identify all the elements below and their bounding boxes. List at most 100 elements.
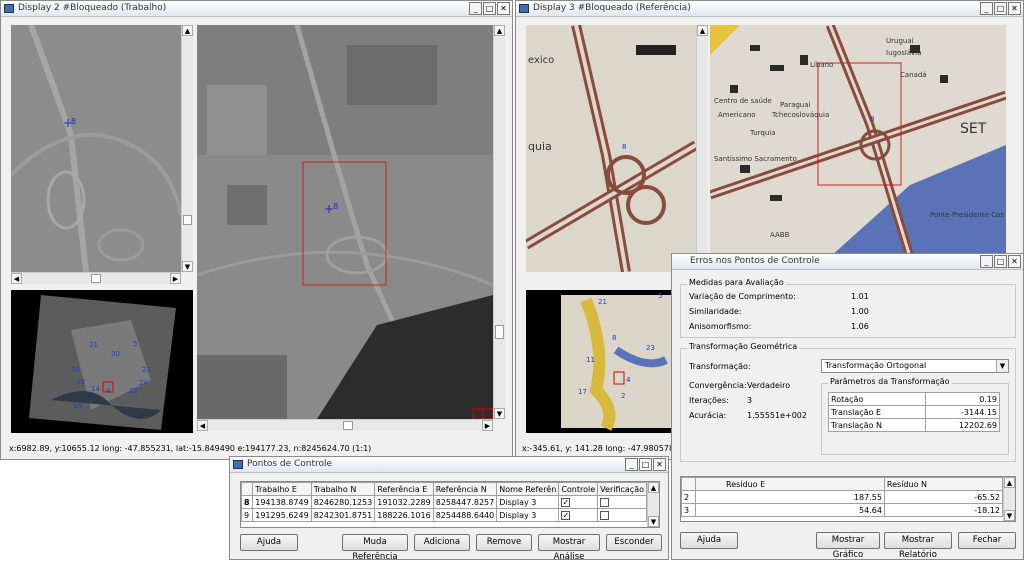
column-header[interactable]: Trabalho E bbox=[252, 482, 312, 496]
display3-main-view[interactable]: Uruguai Iugoslávia Canadá Líbano Centro … bbox=[710, 25, 1006, 257]
column-header[interactable]: Referência E bbox=[374, 482, 434, 496]
column-header[interactable]: Resíduo N bbox=[883, 477, 1004, 491]
close-button[interactable]: ✕ bbox=[1008, 255, 1021, 268]
minimize-button[interactable]: _ bbox=[980, 255, 993, 268]
cell[interactable]: 8242301.8751 bbox=[310, 508, 376, 522]
verificacao-checkbox[interactable] bbox=[600, 510, 610, 520]
display3-overview[interactable]: 21 5 8 23 11 4 17 2 bbox=[526, 290, 676, 433]
main-horizontal-scrollbar[interactable]: ◀ ▶ bbox=[197, 419, 493, 431]
scroll-left-arrow[interactable]: ◀ bbox=[11, 273, 22, 284]
scroll-up-arrow[interactable]: ▲ bbox=[648, 482, 659, 493]
remove-point-button[interactable]: Remove bbox=[476, 534, 532, 551]
table-row[interactable]: 2 187.55 -65.52 bbox=[681, 490, 1004, 504]
show-analysis-button[interactable]: Mostrar Análise bbox=[538, 534, 600, 562]
scroll-up-arrow[interactable]: ▲ bbox=[494, 25, 505, 36]
cell[interactable]: Display 3 bbox=[496, 508, 560, 522]
cell[interactable]: 194138.8749 bbox=[252, 495, 312, 509]
display2-titlebar[interactable]: Display 2 #Bloqueado (Trabalho) _ □ ✕ bbox=[1, 1, 512, 17]
maximize-button[interactable]: □ bbox=[994, 2, 1007, 15]
show-chart-button[interactable]: Mostrar Gráfico bbox=[816, 532, 880, 560]
column-header[interactable]: Verificação bbox=[597, 482, 647, 496]
control-points-titlebar[interactable]: Pontos de Controle _ □ ✕ bbox=[230, 457, 668, 473]
table-vertical-scrollbar[interactable]: ▲ ▼ bbox=[647, 482, 659, 527]
scroll-thumb[interactable] bbox=[343, 421, 353, 430]
column-header[interactable] bbox=[681, 477, 696, 491]
scroll-thumb[interactable] bbox=[91, 274, 101, 283]
cell[interactable]: 187.55 bbox=[695, 490, 885, 504]
scroll-up-arrow[interactable]: ▲ bbox=[697, 25, 708, 36]
scroll-up-arrow[interactable]: ▲ bbox=[182, 25, 193, 36]
zoom-horizontal-scrollbar[interactable]: ◀ ▶ bbox=[11, 272, 181, 284]
column-header[interactable] bbox=[241, 482, 254, 496]
controle-checkbox[interactable]: ✓ bbox=[561, 510, 571, 520]
scroll-thumb[interactable] bbox=[495, 325, 504, 339]
transformation-type-select[interactable]: Transformação Ortogonal ▼ bbox=[821, 359, 1009, 373]
help-button[interactable]: Ajuda bbox=[240, 534, 298, 551]
verificacao-checkbox[interactable] bbox=[600, 497, 610, 507]
minimize-button[interactable]: _ bbox=[625, 458, 638, 471]
change-reference-button[interactable]: Muda Referência bbox=[342, 534, 408, 562]
row-id[interactable]: 8 bbox=[241, 495, 254, 509]
chevron-down-icon[interactable]: ▼ bbox=[996, 360, 1008, 372]
display2-zoom-view[interactable]: 8 bbox=[11, 25, 181, 272]
minimize-button[interactable]: _ bbox=[469, 2, 482, 15]
controle-cell[interactable]: ✓ bbox=[558, 508, 599, 522]
cell[interactable]: 8258447.8257 bbox=[432, 495, 498, 509]
main-vertical-scrollbar[interactable]: ▲ ▼ bbox=[493, 25, 505, 419]
maximize-button[interactable]: □ bbox=[994, 255, 1007, 268]
column-header[interactable]: Trabalho N bbox=[310, 482, 376, 496]
table-row[interactable]: 9 191295.6249 8242301.8751 188226.1016 8… bbox=[241, 508, 647, 522]
cell[interactable]: -65.52 bbox=[883, 490, 1004, 504]
cell[interactable]: Display 3 bbox=[496, 495, 560, 509]
row-id[interactable]: 9 bbox=[241, 508, 254, 522]
scroll-right-arrow[interactable]: ▶ bbox=[482, 420, 493, 431]
verificacao-cell[interactable] bbox=[597, 495, 647, 509]
scroll-down-arrow[interactable]: ▼ bbox=[648, 516, 659, 527]
scroll-down-arrow[interactable]: ▼ bbox=[494, 408, 505, 419]
row-id[interactable]: 2 bbox=[681, 490, 696, 504]
map-zoom-vertical-scrollbar[interactable]: ▲ ▼ bbox=[696, 25, 708, 272]
table-row[interactable]: 3 54.64 -18.12 bbox=[681, 503, 1004, 517]
hide-button[interactable]: Esconder bbox=[606, 534, 662, 551]
help-button[interactable]: Ajuda bbox=[680, 532, 738, 549]
scroll-thumb[interactable] bbox=[183, 215, 192, 225]
cell[interactable]: 191295.6249 bbox=[252, 508, 312, 522]
verificacao-cell[interactable] bbox=[597, 508, 647, 522]
column-header[interactable]: Referência N bbox=[432, 482, 498, 496]
show-report-button[interactable]: Mostrar Relatório bbox=[884, 532, 952, 560]
scroll-up-arrow[interactable]: ▲ bbox=[1004, 477, 1015, 488]
row-id[interactable]: 3 bbox=[681, 503, 696, 517]
zoom-vertical-scrollbar[interactable]: ▲ ▼ bbox=[181, 25, 193, 272]
table-row[interactable]: 8 194138.8749 8246280.1253 191032.2289 8… bbox=[241, 495, 647, 509]
cell[interactable]: 54.64 bbox=[695, 503, 885, 517]
column-header[interactable]: Nome Referên bbox=[496, 482, 560, 496]
controle-checkbox[interactable]: ✓ bbox=[561, 497, 571, 507]
display2-overview[interactable]: 21 30 5 18 13 23 14 24 4 12 18 bbox=[11, 290, 193, 433]
close-button[interactable]: ✕ bbox=[653, 458, 666, 471]
maximize-button[interactable]: □ bbox=[483, 2, 496, 15]
cell[interactable]: 8254488.6440 bbox=[432, 508, 498, 522]
scroll-left-arrow[interactable]: ◀ bbox=[197, 420, 208, 431]
errors-titlebar[interactable]: Erros nos Pontos de Controle _ □ ✕ bbox=[672, 254, 1023, 270]
cell[interactable]: -18.12 bbox=[883, 503, 1004, 517]
cell[interactable]: 191032.2289 bbox=[374, 495, 434, 509]
minimize-button[interactable]: _ bbox=[980, 2, 993, 15]
display2-main-view[interactable]: 8 bbox=[197, 25, 493, 419]
column-header[interactable]: Resíduo E bbox=[695, 477, 885, 491]
display3-zoom-view[interactable]: exico quia 8 bbox=[526, 25, 696, 272]
display3-titlebar[interactable]: Display 3 #Bloqueado (Referência) _ □ ✕ bbox=[516, 1, 1023, 17]
close-window-button[interactable]: Fechar bbox=[958, 532, 1016, 549]
scroll-down-arrow[interactable]: ▼ bbox=[1004, 510, 1015, 521]
scroll-down-arrow[interactable]: ▼ bbox=[182, 261, 193, 272]
scroll-right-arrow[interactable]: ▶ bbox=[170, 273, 181, 284]
cell[interactable]: 188226.1016 bbox=[374, 508, 434, 522]
residuals-vertical-scrollbar[interactable]: ▲ ▼ bbox=[1003, 477, 1015, 521]
add-point-button[interactable]: Adiciona bbox=[414, 534, 470, 551]
maximize-button[interactable]: □ bbox=[639, 458, 652, 471]
close-button[interactable]: ✕ bbox=[1008, 2, 1021, 15]
controle-cell[interactable]: ✓ bbox=[558, 495, 599, 509]
column-header[interactable]: Controle bbox=[558, 482, 599, 496]
map-zoom-image: exico quia 8 bbox=[526, 25, 696, 272]
cell[interactable]: 8246280.1253 bbox=[310, 495, 376, 509]
close-button[interactable]: ✕ bbox=[497, 2, 510, 15]
